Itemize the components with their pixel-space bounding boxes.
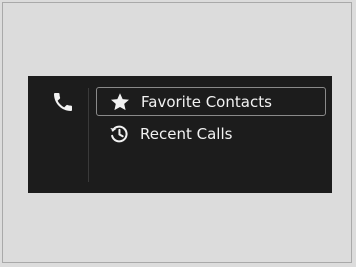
menu-item-label: Favorite Contacts (141, 92, 272, 111)
menu-divider (88, 88, 89, 182)
menu-item-favorite-contacts[interactable]: Favorite Contacts (96, 87, 326, 116)
menu-item-label: Recent Calls (140, 124, 233, 143)
phone-menu-screen: Favorite Contacts Recent Calls (28, 76, 332, 193)
phone-icon[interactable] (51, 90, 75, 114)
history-clock-icon (108, 123, 130, 145)
star-icon (109, 91, 131, 113)
menu-item-recent-calls[interactable]: Recent Calls (96, 119, 326, 148)
